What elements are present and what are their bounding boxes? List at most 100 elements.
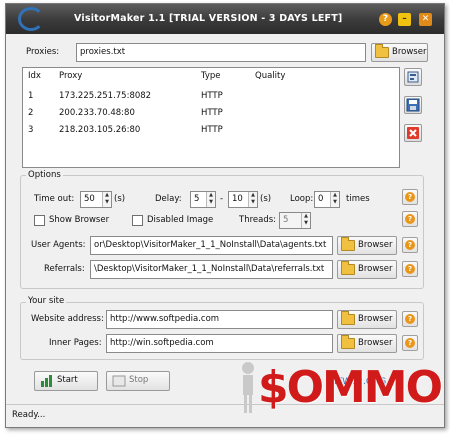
watermark-text: $OMMO [258,362,443,413]
chart-icon [41,375,52,387]
proxies-file-input[interactable]: proxies.txt [76,43,366,62]
proxies-browse-label: Browser [392,47,427,57]
watermark-logo: $OMMO [240,360,443,425]
help-icon: ? [405,214,415,224]
spinner-arrows-icon[interactable]: ▲ ▼ [301,213,310,228]
spinner-arrows-icon[interactable]: ▲ ▼ [330,192,339,207]
inner-pages-browse-label: Browser [358,338,393,348]
help-icon: ? [405,264,415,274]
proxy-list-header: Idx Proxy Type Quality [23,71,399,86]
spinner-arrows-icon[interactable]: ▲ ▼ [206,192,215,207]
stop-label: Stop [129,375,149,385]
help-icon: ? [405,314,415,324]
threads-label: Threads: [239,215,277,225]
user-agents-label: User Agents: [31,240,86,250]
save-proxies-button[interactable] [404,96,422,114]
start-label: Start [57,375,78,385]
row-type: HTTP [201,125,223,135]
disabled-image-label[interactable]: Disabled Image [147,215,213,225]
inner-pages-help-button[interactable]: ? [402,335,418,351]
show-browser-checkbox[interactable] [34,215,45,226]
folder-icon [375,44,389,58]
delay-unit: (s) [260,194,272,204]
folder-icon [341,335,355,349]
folder-icon [341,237,355,251]
options-group-title: Options [26,170,63,180]
loop-label: Loop: [290,194,314,204]
row-type: HTTP [201,91,223,101]
options-help-button[interactable]: ? [402,211,418,227]
website-label: Website address: [31,314,104,324]
start-button[interactable]: Start [34,371,98,391]
show-browser-label[interactable]: Show Browser [49,215,109,225]
proxy-list[interactable]: Idx Proxy Type Quality 1 173.225.251.75:… [22,67,400,168]
row-idx: 2 [28,108,34,118]
table-row[interactable]: 2 200.233.70.48:80 HTTP [23,108,399,123]
website-browse-label: Browser [358,314,393,324]
window-title: VisitorMaker 1.1 [TRIAL VERSION - 3 DAYS… [74,13,343,24]
column-header[interactable]: Type [201,71,221,81]
referrals-help-button[interactable]: ? [402,261,418,277]
inner-pages-input[interactable]: http://win.softpedia.com [106,334,333,353]
delay-label: Delay: [155,194,182,204]
proxies-browse-button[interactable]: Browser [371,43,428,62]
column-header[interactable]: Idx [28,71,41,81]
spinner-arrows-icon[interactable]: ▲ ▼ [102,192,111,207]
help-icon: ? [405,192,415,202]
website-browse-button[interactable]: Browser [337,310,397,329]
user-agents-browse-label: Browser [358,240,393,250]
inner-pages-browse-button[interactable]: Browser [337,334,397,353]
delay-to-spinner[interactable]: 10 ▲ ▼ [228,191,258,208]
loop-spinner[interactable]: 0 ▲ ▼ [314,191,340,208]
timeout-value: 50 [84,194,95,204]
inner-pages-label: Inner Pages: [49,338,102,348]
row-type: HTTP [201,108,223,118]
help-icon: ? [405,338,415,348]
timeout-spinner[interactable]: 50 ▲ ▼ [80,191,112,208]
threads-value: 5 [283,215,289,225]
referrals-browse-button[interactable]: Browser [337,260,397,279]
website-help-button[interactable]: ? [402,311,418,327]
referrals-input[interactable]: \Desktop\VisitorMaker_1_1_NoInstall\Data… [90,260,333,279]
folder-icon [341,311,355,325]
row-proxy: 218.203.105.26:80 [59,125,141,135]
save-icon [406,98,420,112]
stop-icon [112,375,126,387]
import-proxies-button[interactable] [404,68,422,86]
column-header[interactable]: Quality [255,71,285,81]
close-button[interactable]: ✕ [419,13,432,26]
folder-icon [341,261,355,275]
site-group-title: Your site [26,296,67,306]
threads-spinner[interactable]: 5 ▲ ▼ [279,212,311,229]
loop-unit: times [346,194,370,204]
delay-from-spinner[interactable]: 5 ▲ ▼ [190,191,216,208]
user-agents-input[interactable]: or\Desktop\VisitorMaker_1_1_NoInstall\Da… [90,236,333,255]
help-icon[interactable]: ? [379,13,392,26]
timing-help-button[interactable]: ? [402,189,418,205]
disabled-image-checkbox[interactable] [132,215,143,226]
import-icon [407,71,419,83]
status-text: Ready... [12,410,46,420]
loop-value: 0 [318,194,324,204]
referrals-browse-label: Browser [358,264,393,274]
table-row[interactable]: 3 218.203.105.26:80 HTTP [23,125,399,140]
spinner-arrows-icon[interactable]: ▲ ▼ [248,192,257,207]
table-row[interactable]: 1 173.225.251.75:8082 HTTP [23,91,399,106]
delay-from-value: 5 [194,194,200,204]
row-idx: 1 [28,91,34,101]
user-agents-help-button[interactable]: ? [402,237,418,253]
minimize-button[interactable]: – [398,13,411,26]
timeout-unit: (s) [114,194,126,204]
referrals-label: Referrals: [44,264,85,274]
user-agents-browse-button[interactable]: Browser [337,236,397,255]
proxies-label: Proxies: [26,47,60,57]
delete-proxies-button[interactable] [404,124,422,142]
help-icon: ? [405,240,415,250]
column-header[interactable]: Proxy [59,71,82,81]
website-input[interactable]: http://www.softpedia.com [106,310,333,329]
delay-to-value: 10 [232,194,243,204]
row-proxy: 200.233.70.48:80 [59,108,135,118]
timeout-label: Time out: [34,194,75,204]
stop-button[interactable]: Stop [106,371,170,391]
title-bar: VisitorMaker 1.1 [TRIAL VERSION - 3 DAYS… [6,4,444,34]
